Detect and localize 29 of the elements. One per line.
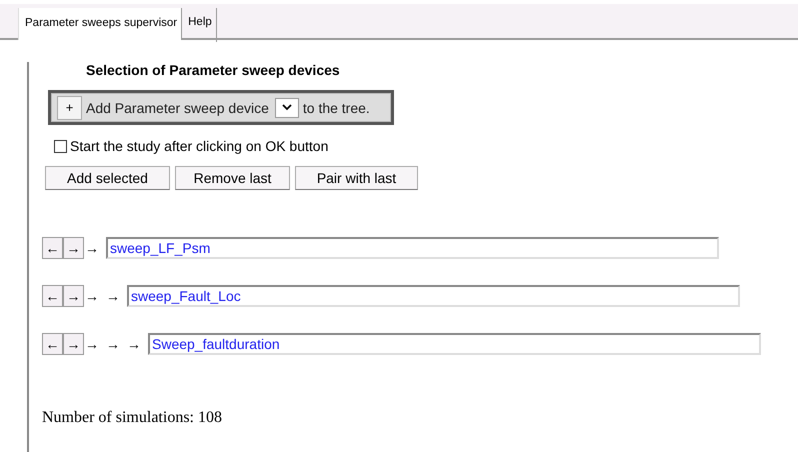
add-label: to the tree.: [302, 100, 370, 116]
level-arrow: →: [127, 336, 141, 352]
level-arrow: →: [85, 240, 99, 256]
move-right-button[interactable]: →: [63, 333, 84, 355]
add-label: Add Parameter sweep device: [86, 100, 269, 116]
checkbox-label: Start the study after clicking on OK button: [70, 138, 328, 154]
level-arrow: →: [106, 288, 120, 304]
checkbox[interactable]: [54, 140, 67, 152]
move-left-button[interactable]: ←: [42, 285, 63, 307]
move-left-button[interactable]: ←: [42, 333, 63, 355]
level-arrow: →: [85, 288, 99, 304]
move-right-button[interactable]: →: [63, 237, 84, 259]
sweep-name-field[interactable]: sweep_Fault_Loc: [127, 285, 740, 307]
action-button[interactable]: Add selected: [45, 166, 170, 190]
level-arrow: →: [106, 336, 120, 352]
tab[interactable]: Help: [182, 8, 217, 42]
chevron-down-icon: [282, 104, 292, 111]
level-arrow: →: [85, 336, 99, 352]
move-right-button[interactable]: →: [63, 285, 84, 307]
tab[interactable]: Parameter sweeps supervisor: [18, 8, 182, 40]
sweep-name-field[interactable]: Sweep_faultduration: [148, 333, 761, 355]
sweep-name-field[interactable]: sweep_LF_Psm: [106, 237, 719, 259]
device-dropdown[interactable]: [274, 98, 299, 118]
simulation-count: Number of simulations: 108: [42, 409, 223, 427]
section-heading: Selection of Parameter sweep devices: [86, 62, 341, 80]
action-button[interactable]: Pair with last: [295, 166, 418, 190]
action-button[interactable]: Remove last: [175, 166, 290, 190]
add-button[interactable]: +: [57, 96, 82, 120]
move-left-button[interactable]: ←: [42, 237, 63, 259]
